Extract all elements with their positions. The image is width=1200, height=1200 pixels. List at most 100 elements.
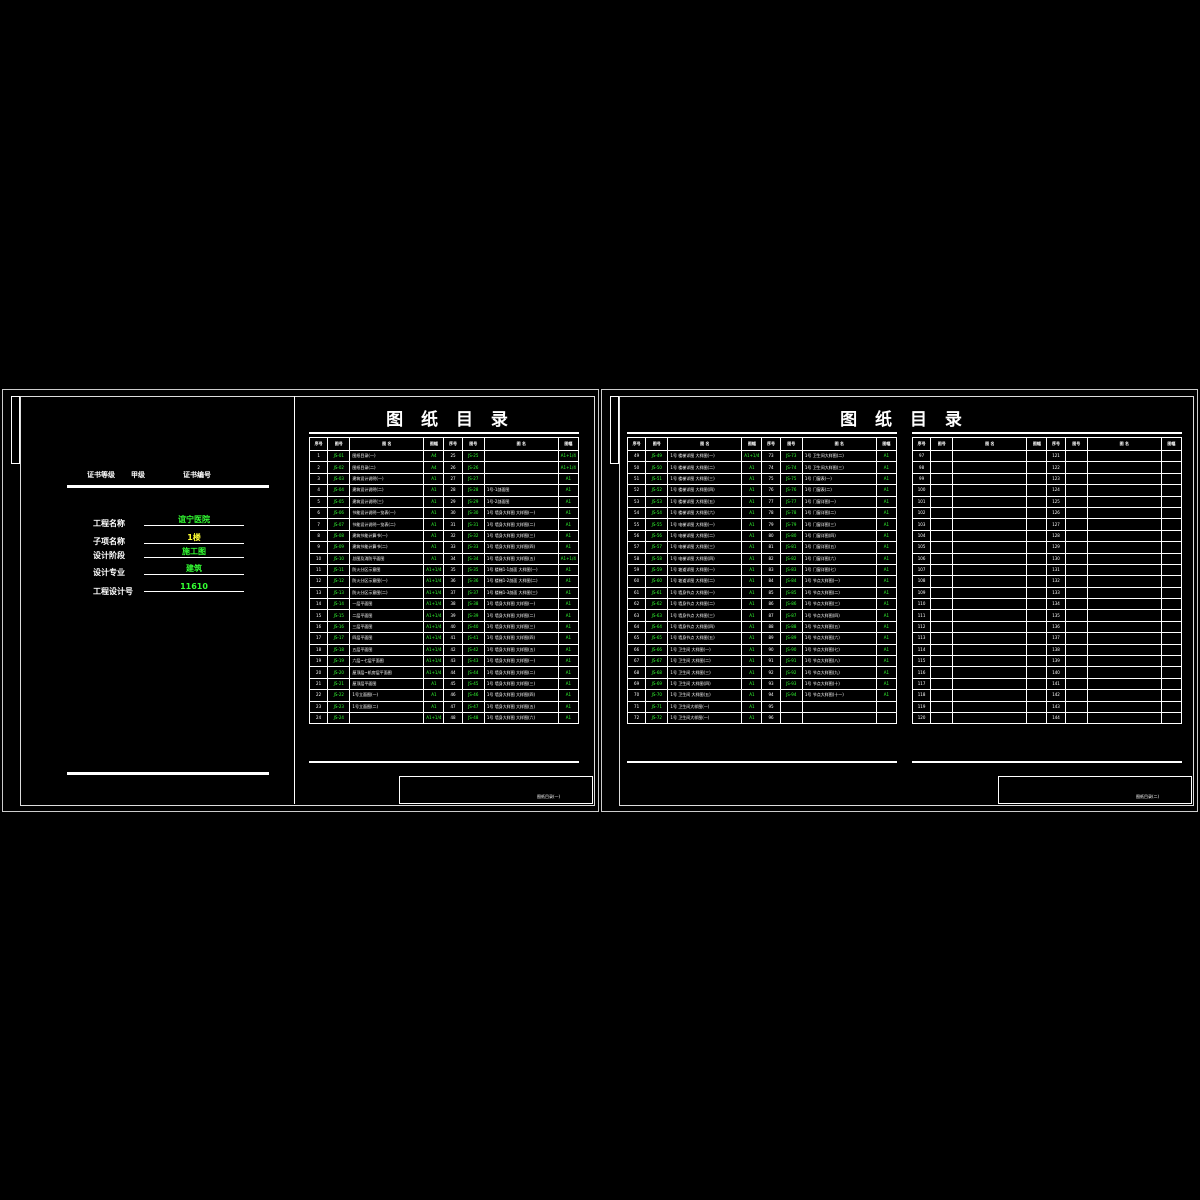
table-cell: 防火分区示意图(一) — [349, 575, 425, 588]
table-cell: 140 — [1046, 666, 1066, 679]
table-cell: 143 — [1046, 700, 1066, 714]
table-cell — [1064, 472, 1088, 486]
table-cell: 28 — [443, 484, 463, 497]
table-cell: 129 — [1046, 541, 1066, 554]
table-cell: 1号 楼梯详图 大样图(三) — [667, 472, 743, 486]
table-cell: A1 — [557, 586, 580, 600]
table-cell: JS-90 — [779, 643, 803, 657]
table-cell — [952, 711, 1028, 725]
table-cell: 144 — [1046, 711, 1066, 725]
table-cell: A1+1/4 — [741, 449, 763, 463]
table-cell: 49 — [626, 449, 647, 463]
table-cell: 8 — [308, 529, 329, 543]
table-row: 64 JS-64 1号 墙身节点 大样图(四) A1 88 JS-88 1号 节点大样图(五… — [626, 620, 898, 634]
table-cell: A1 — [741, 541, 763, 554]
table-cell: 建筑设计说明(一) — [349, 472, 425, 486]
table-cell: 102 — [911, 506, 932, 520]
table-cell: JS-36 — [461, 575, 485, 588]
table-cell: A1 — [741, 609, 763, 622]
table-cell: 17 — [308, 632, 329, 645]
left-title-block: 图纸目录(一) — [399, 776, 593, 804]
table-cell: 1号 楼梯详图 大样图(一) — [667, 449, 743, 463]
table-cell: 44 — [443, 666, 463, 679]
table-cell: 57 — [626, 541, 647, 554]
table-cell: JS-56 — [645, 529, 669, 543]
table-cell: 1号 墙身节点 大样图(四) — [667, 620, 743, 634]
table-cell: 1号 节点大样图(八) — [801, 655, 877, 668]
table-cell: 1号 卫生间 大样图(四) — [667, 677, 743, 691]
table-cell: A1 — [423, 484, 445, 497]
table-cell: A1 — [741, 461, 763, 474]
table-cell: 59 — [626, 563, 647, 577]
table-cell: JS-42 — [461, 643, 485, 657]
table-cell: 18 — [308, 643, 329, 657]
table-cell: 一层平面图 — [349, 598, 425, 611]
table-cell: 81 — [761, 541, 781, 554]
table-cell — [1064, 643, 1088, 657]
table-cell: A1+1/4 — [557, 449, 580, 463]
table-cell — [930, 518, 954, 531]
table-cell: 34 — [443, 552, 463, 565]
table-row: 100 124 — [911, 484, 1183, 497]
table-cell: 46 — [443, 689, 463, 702]
table-row: 99 123 — [911, 472, 1183, 486]
table-cell: 1号 门窗详图(七) — [801, 563, 877, 577]
table-cell: JS-03 — [327, 472, 351, 486]
table-cell — [1160, 711, 1183, 725]
table-cell: 1号 楼梯1-1剖面 大样图(一) — [483, 563, 559, 577]
table-row: 117 141 — [911, 677, 1183, 691]
table-cell — [1086, 472, 1162, 486]
table-cell: JS-31 — [461, 518, 485, 531]
table-cell: 1号 墙身大样图 大样图(三) — [483, 529, 559, 543]
table-cell: JS-54 — [645, 506, 669, 520]
table-cell: 19 — [308, 655, 329, 668]
table-cell: JS-25 — [461, 449, 485, 463]
table-cell: A1 — [557, 620, 580, 634]
table-cell: 92 — [761, 666, 781, 679]
table-cell: 51 — [626, 472, 647, 486]
left-table-bottom-rule — [309, 761, 579, 763]
table-cell: JS-73 — [779, 449, 803, 463]
table-cell: 133 — [1046, 586, 1066, 600]
table-row: 14 JS-14 一层平面图 A1+1/4 38 JS-38 1号 墙身大样图 大样图(一)… — [308, 598, 580, 611]
table-cell: 1号 墙身大样图 大样图(五) — [483, 700, 559, 714]
table-header-row: 序号 图号图 名图幅 序号 图号图 名图幅 — [626, 437, 898, 451]
table-cell: 1号 墙身大样图 大样图(六) — [483, 711, 559, 725]
project-field-value: 建筑 — [144, 563, 244, 575]
table-cell — [930, 472, 954, 486]
table-cell — [1026, 620, 1048, 634]
table-row: 1 JS-01 图纸目录(一) A4 25 JS-25 A1+1/4 — [308, 449, 580, 463]
table-cell: A1 — [875, 449, 898, 463]
table-cell — [952, 563, 1028, 577]
table-cell: 56 — [626, 529, 647, 543]
table-cell — [1026, 506, 1048, 520]
table-cell: 1号 坡道详图 大样图(一) — [667, 563, 743, 577]
table-cell: 21 — [308, 677, 329, 691]
table-cell — [1026, 461, 1048, 474]
table-cell: 建筑节能计算书(一) — [349, 529, 425, 543]
table-row: 113 137 — [911, 632, 1183, 645]
table-cell: 节能设计说明一览表(二) — [349, 518, 425, 531]
table-cell — [1160, 449, 1183, 463]
table-cell: JS-71 — [645, 700, 669, 714]
table-cell: 124 — [1046, 484, 1066, 497]
table-cell: JS-69 — [645, 677, 669, 691]
table-cell: A1 — [557, 575, 580, 588]
table-cell: JS-24 — [327, 711, 351, 725]
table-cell: 104 — [911, 529, 932, 543]
column-header: 图幅 — [875, 437, 898, 451]
table-cell — [1086, 461, 1162, 474]
column-header: 序号 — [1046, 437, 1066, 451]
left-binding-strip — [11, 396, 20, 464]
table-cell — [1086, 449, 1162, 463]
table-cell: A1+1/4 — [423, 586, 445, 600]
table-cell: JS-70 — [645, 689, 669, 702]
table-cell — [1026, 552, 1048, 565]
table-cell: A1 — [875, 541, 898, 554]
table-cell: 42 — [443, 643, 463, 657]
table-cell — [1160, 620, 1183, 634]
table-cell: 123 — [1046, 472, 1066, 486]
table-cell — [1064, 586, 1088, 600]
table-row: 116 140 — [911, 666, 1183, 679]
column-header: 序号 — [443, 437, 463, 451]
